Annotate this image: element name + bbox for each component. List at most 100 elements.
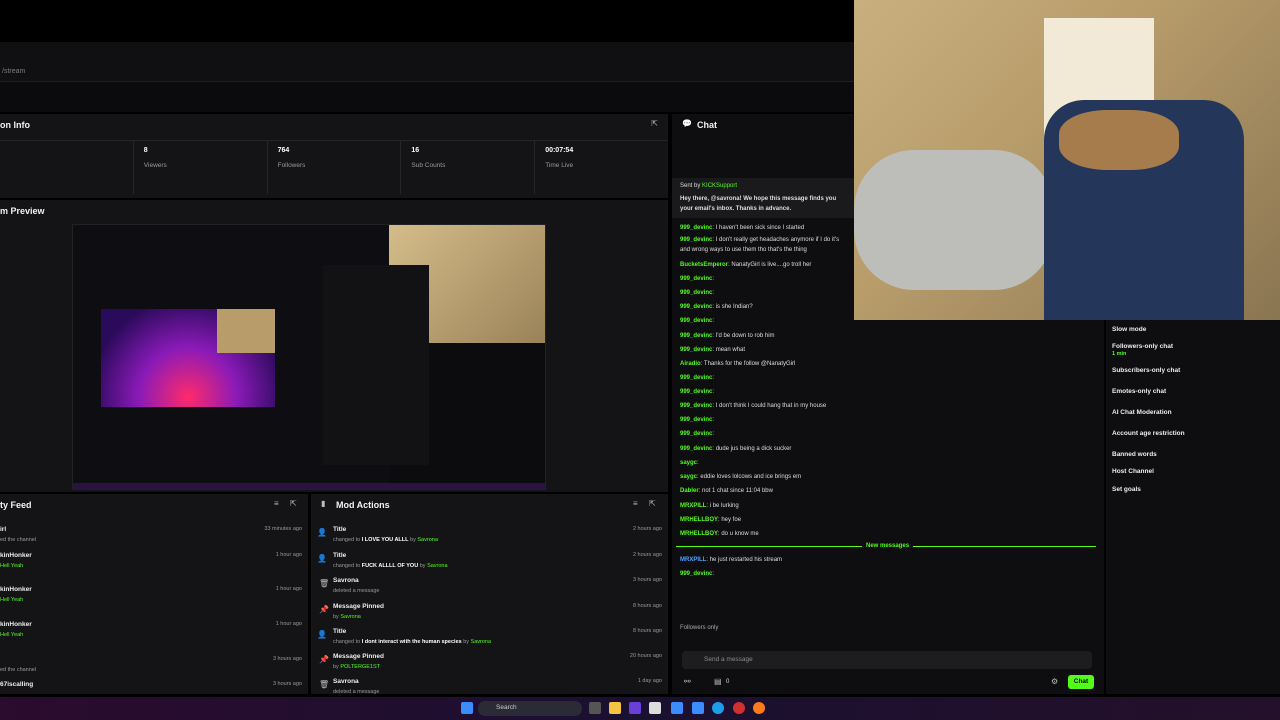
- chat-username[interactable]: 999_devinc: [680, 431, 712, 437]
- user-edit-icon: 👤: [317, 554, 327, 563]
- file-explorer-icon[interactable]: [609, 702, 621, 714]
- app-icon[interactable]: [733, 702, 745, 714]
- pinned-message[interactable]: Sent by KICKSupport Hey there, @savrona!…: [672, 178, 872, 218]
- chat-message: MRXPILL: i be lurking: [680, 503, 739, 509]
- user-edit-icon: 👤: [317, 528, 327, 537]
- chat-username[interactable]: Dabler: [680, 488, 699, 494]
- chat-text: mean what: [715, 347, 746, 353]
- url-text: /stream: [2, 68, 26, 75]
- filter-icon[interactable]: ≡: [274, 499, 279, 508]
- app-icon[interactable]: [629, 702, 641, 714]
- mod-setting-item[interactable]: Host Channel: [1112, 468, 1154, 475]
- mod-setting-item[interactable]: Emotes-only chat: [1112, 388, 1166, 395]
- stats-row: 8 Viewers 764 Followers 16 Sub Counts 00:07…: [0, 140, 668, 194]
- mod-actions-title: Mod Actions: [336, 500, 390, 510]
- mod-setting-item[interactable]: Set goals: [1112, 486, 1141, 493]
- mod-setting-item[interactable]: Followers-only chat: [1112, 343, 1173, 350]
- mod-setting-item[interactable]: Subscribers-only chat: [1112, 367, 1180, 374]
- stat-time-live: 00:07:54 Time Live: [534, 141, 668, 194]
- chat-count: 0: [726, 679, 730, 685]
- popout-icon[interactable]: ⇱: [290, 499, 297, 508]
- chat-message: 999_devinc:: [680, 571, 715, 577]
- chat-username[interactable]: Airadio: [680, 361, 701, 367]
- preview-webcam-small: [217, 309, 275, 353]
- user-edit-icon: 👤: [317, 630, 327, 639]
- chat-username[interactable]: MRHELLBOY: [680, 531, 718, 537]
- chat-username[interactable]: BucketsEmperor: [680, 262, 728, 268]
- chat-message: Dabler: not 1 chat since 11:04 bbw: [680, 488, 773, 494]
- chat-message: MRXPILL: he just restarted his stream: [680, 557, 783, 563]
- windows-start-icon[interactable]: [461, 702, 473, 714]
- chat-username[interactable]: MRHELLBOY: [680, 517, 718, 523]
- link-icon[interactable]: ⚯: [684, 677, 691, 686]
- chat-text: not 1 chat since 11:04 bbw: [702, 488, 773, 494]
- chat-message: saygc:: [680, 460, 699, 466]
- chat-username[interactable]: MRXPILL: [680, 503, 706, 509]
- feed-title: ty Feed: [0, 500, 32, 510]
- app-icon[interactable]: [692, 702, 704, 714]
- calendar-icon[interactable]: ▤: [714, 677, 722, 686]
- firefox-icon[interactable]: [753, 702, 765, 714]
- mod-setting-item[interactable]: AI Chat Moderation: [1112, 409, 1172, 416]
- chat-message: 999_devinc: is she Indian?: [680, 304, 753, 310]
- chat-input[interactable]: Send a message: [682, 651, 1092, 669]
- mod-setting-item[interactable]: Banned words: [1112, 451, 1157, 458]
- edge-icon[interactable]: [712, 702, 724, 714]
- chat-message: 999_devinc: I don't really get headaches…: [680, 237, 840, 243]
- mod-action-row: 👤 Title changed to I dont interact with …: [317, 628, 662, 645]
- feed-item: irl ed the channel 33 minutes ago: [0, 526, 302, 543]
- stat-viewers: 8 Viewers: [132, 141, 267, 194]
- chat-username[interactable]: 999_devinc: [680, 375, 712, 381]
- task-view-icon[interactable]: [589, 702, 601, 714]
- chat-username[interactable]: 999_devinc: [680, 417, 712, 423]
- chat-text: and wrong ways to use them tho that's th…: [680, 247, 807, 253]
- chat-username[interactable]: 999_devinc: [680, 333, 712, 339]
- chat-username[interactable]: 999_devinc: [680, 403, 712, 409]
- send-chat-button[interactable]: Chat: [1068, 675, 1094, 689]
- mod-setting-item[interactable]: Account age restriction: [1112, 430, 1185, 437]
- chat-title: Chat: [697, 120, 717, 130]
- store-icon[interactable]: [649, 702, 661, 714]
- popout-icon[interactable]: ⇱: [649, 499, 656, 508]
- pin-icon: 📌: [319, 605, 329, 614]
- chat-text: is she Indian?: [715, 304, 753, 310]
- feed-item: ed the channel 3 hours ago: [0, 656, 302, 673]
- gear-icon[interactable]: ⚙: [1051, 677, 1058, 686]
- chat-text: I haven't been sick since I started: [715, 225, 805, 231]
- chat-username[interactable]: 999_devinc: [680, 318, 712, 324]
- filter-icon[interactable]: ≡: [633, 499, 638, 508]
- taskbar-search-label: Search: [496, 704, 517, 711]
- chat-text: I don't think I could hang that in my ho…: [715, 403, 827, 409]
- chat-username[interactable]: 999_devinc: [680, 276, 712, 282]
- chat-message: 999_devinc:: [680, 276, 715, 282]
- chat-username[interactable]: 999_devinc: [680, 225, 712, 231]
- chat-message: 999_devinc:: [680, 290, 715, 296]
- chat-text: eddie loves lolcows and ice brings em: [700, 474, 802, 480]
- stat-blank: [0, 141, 133, 194]
- chat-username[interactable]: 999_devinc: [680, 347, 712, 353]
- mod-setting-item[interactable]: Slow mode: [1112, 326, 1146, 333]
- stream-info-panel: on Info ⇱ 8 Viewers 764 Followers 16 Sub Co…: [0, 114, 668, 198]
- chat-message: 999_devinc: I haven't been sick since I …: [680, 225, 805, 231]
- chat-username[interactable]: 999_devinc: [680, 304, 712, 310]
- chat-message: BucketsEmperor: NanatyGirl is live....go…: [680, 262, 812, 268]
- address-bar[interactable]: /stream: [0, 42, 855, 82]
- chat-username[interactable]: 999_devinc: [680, 237, 712, 243]
- trash-icon: 🗑: [319, 680, 330, 689]
- chat-username[interactable]: saygc: [680, 474, 697, 480]
- app-icon[interactable]: [671, 702, 683, 714]
- feed-item: kinHonker Hell Yeah 1 hour ago: [0, 586, 302, 603]
- taskbar-search[interactable]: Search: [478, 701, 582, 716]
- stream-preview-video[interactable]: [72, 224, 546, 490]
- taskbar: Search: [0, 697, 1280, 720]
- chat-username[interactable]: saygc: [680, 460, 697, 466]
- chat-username[interactable]: 999_devinc: [680, 389, 712, 395]
- chat-username[interactable]: 999_devinc: [680, 446, 712, 452]
- chat-text: do u know me: [721, 531, 759, 537]
- chat-message: 999_devinc: mean what: [680, 347, 746, 353]
- new-messages-label: New messages: [862, 543, 914, 549]
- preview-title: m Preview: [0, 206, 45, 216]
- chat-text: NanatyGirl is live....go troll her: [731, 262, 812, 268]
- popout-icon[interactable]: ⇱: [651, 119, 658, 128]
- chat-username[interactable]: 999_devinc: [680, 290, 712, 296]
